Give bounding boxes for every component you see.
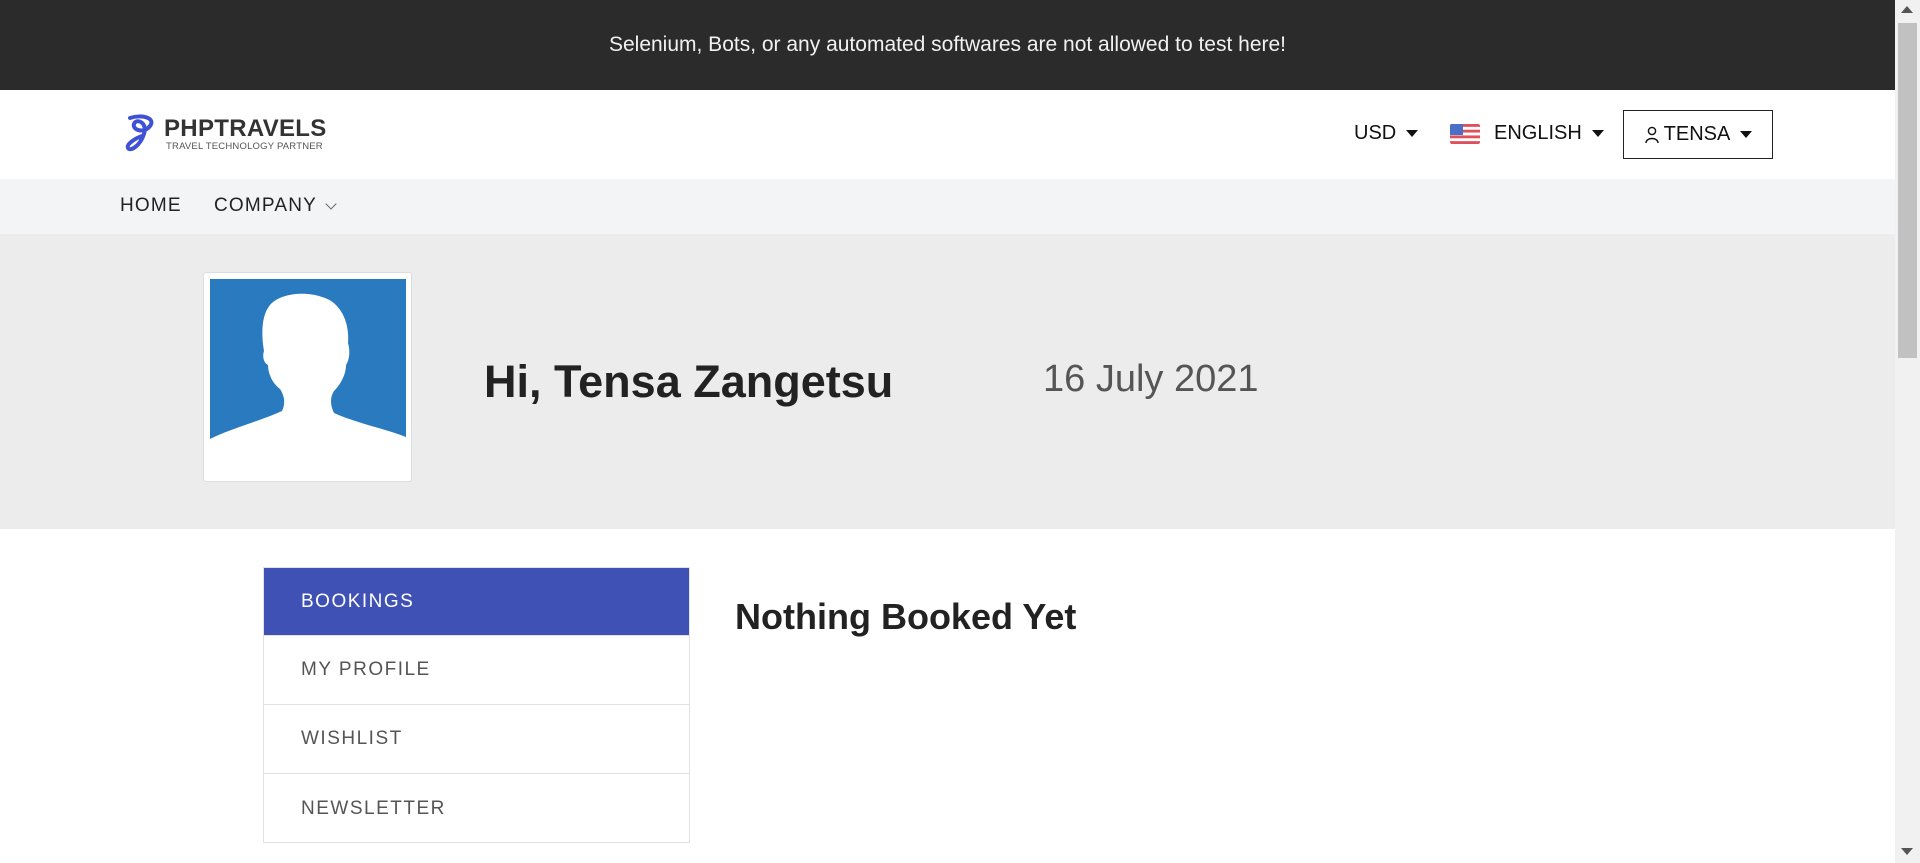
nav-item-home[interactable]: HOME <box>120 195 182 217</box>
greeting-heading: Hi, Tensa Zangetsu <box>484 356 894 407</box>
page: Selenium, Bots, or any automated softwar… <box>0 0 1895 863</box>
empty-bookings-message: Nothing Booked Yet <box>735 596 1077 637</box>
main-nav: HOME COMPANY <box>0 179 1895 234</box>
vertical-scrollbar[interactable] <box>1895 0 1920 863</box>
user-icon <box>1644 126 1659 143</box>
caret-down-icon <box>1740 131 1753 138</box>
current-date: 16 July 2021 <box>1043 358 1259 400</box>
logo-tagline: TRAVEL TECHNOLOGY PARTNER <box>166 140 323 152</box>
menu-item-my-profile[interactable]: MY PROFILE <box>264 636 689 705</box>
phptravels-logo-icon <box>125 114 154 152</box>
account-menu: BOOKINGS MY PROFILE WISHLIST NEWSLETTER <box>263 567 690 843</box>
us-flag-icon <box>1450 123 1480 144</box>
scroll-up-arrow-icon[interactable] <box>1901 6 1913 13</box>
language-label: ENGLISH <box>1494 122 1582 144</box>
currency-label: USD <box>1354 122 1397 144</box>
menu-item-newsletter[interactable]: NEWSLETTER <box>264 774 689 843</box>
menu-item-label: MY PROFILE <box>301 659 431 680</box>
menu-item-label: WISHLIST <box>301 728 403 749</box>
caret-down-icon <box>1406 130 1419 137</box>
currency-dropdown[interactable]: USD <box>1354 122 1419 145</box>
nav-item-label: COMPANY <box>214 195 318 216</box>
user-account-dropdown[interactable]: TENSA <box>1623 110 1773 159</box>
menu-item-bookings[interactable]: BOOKINGS <box>264 568 689 636</box>
nav-item-company[interactable]: COMPANY <box>214 195 337 217</box>
scrollbar-thumb[interactable] <box>1898 23 1917 358</box>
caret-down-icon <box>1591 130 1604 137</box>
menu-item-label: BOOKINGS <box>301 590 415 612</box>
header: PHPTRAVELS TRAVEL TECHNOLOGY PARTNER USD… <box>0 90 1895 179</box>
scroll-down-arrow-icon[interactable] <box>1901 848 1913 855</box>
banner-text: Selenium, Bots, or any automated softwar… <box>608 33 1287 56</box>
warning-banner: Selenium, Bots, or any automated softwar… <box>0 0 1895 90</box>
user-silhouette-icon <box>210 279 406 475</box>
site-logo[interactable]: PHPTRAVELS TRAVEL TECHNOLOGY PARTNER <box>122 110 332 158</box>
nav-item-label: HOME <box>120 195 182 216</box>
avatar <box>203 272 412 482</box>
logo-title: PHPTRAVELS <box>164 114 327 142</box>
profile-hero: Hi, Tensa Zangetsu 16 July 2021 <box>0 234 1895 529</box>
user-name-label: TENSA <box>1663 123 1731 145</box>
chevron-down-icon <box>325 197 337 210</box>
menu-item-wishlist[interactable]: WISHLIST <box>264 705 689 774</box>
menu-item-label: NEWSLETTER <box>301 797 446 819</box>
language-dropdown[interactable]: ENGLISH <box>1450 122 1604 145</box>
